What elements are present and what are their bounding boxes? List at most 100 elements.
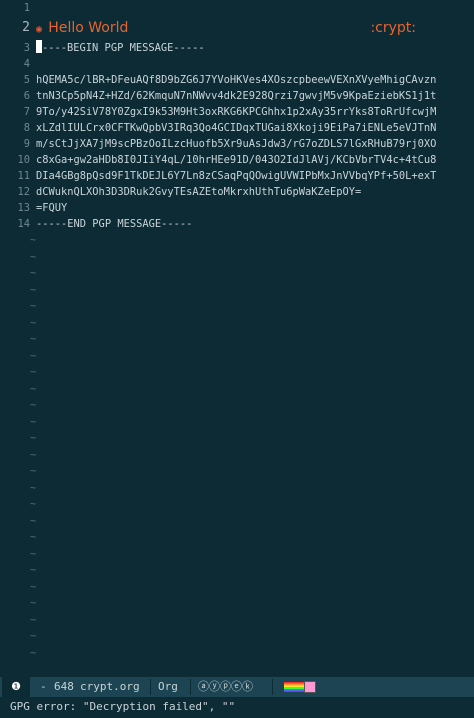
empty-line-marker: ~ <box>0 480 474 496</box>
line-text: ----BEGIN PGP MESSAGE----- <box>36 40 205 56</box>
editor-line[interactable]: 5 hQEMA5c/lBR+DFeuAQf8D9bZG6J7YVoHKVes4XO… <box>0 72 474 88</box>
line-number: 12 <box>17 186 30 198</box>
line-number: 6 <box>23 90 30 102</box>
modeline-separator <box>272 679 273 695</box>
line-text: -----END PGP MESSAGE----- <box>36 218 193 230</box>
empty-line-marker: ~ <box>0 447 474 463</box>
heading-tag[interactable]: :crypt: <box>370 16 416 40</box>
empty-line-marker: ~ <box>0 414 474 430</box>
empty-line-marker: ~ <box>0 562 474 578</box>
empty-line-marker: ~ <box>0 232 474 248</box>
empty-line-marker: ~ <box>0 628 474 644</box>
empty-line-marker: ~ <box>0 265 474 281</box>
editor-line[interactable]: 1 <box>0 0 474 16</box>
line-number: 5 <box>23 74 30 86</box>
tilde-marker: ~ <box>30 432 37 444</box>
empty-line-marker: ~ <box>0 612 474 628</box>
tilde-marker: ~ <box>30 646 37 659</box>
editor-line[interactable]: 8 xLZdlIULCrx0CFTKwQpbV3IRq3Qo4GCIDqxTUGa… <box>0 120 474 136</box>
tilde-marker: ~ <box>30 316 37 329</box>
tilde-marker: ~ <box>30 498 37 510</box>
line-text: 9To/y42SiV78Y0ZgxI9k53M9Ht3oxRKG6KPCGhhx… <box>36 106 437 118</box>
editor-line[interactable]: 13 =FQUY <box>0 200 474 216</box>
editor-line[interactable]: 10 c8xGa+gw2aHDb8I0JIiY4qL/10hrHEe91D/043… <box>0 152 474 168</box>
tilde-marker: ~ <box>30 267 37 279</box>
empty-line-marker: ~ <box>0 513 474 529</box>
editor-line[interactable]: 12 dCWuknQLXOh3D3DRuk2GvyTEsAZEtoMkrxhUth… <box>0 184 474 200</box>
tilde-marker: ~ <box>30 333 37 345</box>
empty-line-marker: ~ <box>0 579 474 595</box>
tilde-marker: ~ <box>30 283 37 296</box>
major-mode[interactable]: Org <box>158 677 178 697</box>
tilde-marker: ~ <box>30 580 37 593</box>
tilde-marker: ~ <box>30 250 37 263</box>
tilde-marker: ~ <box>30 234 37 246</box>
minor-modes[interactable]: ⓐⓨⓟⓔⓚ <box>198 677 253 697</box>
line-number: 9 <box>23 138 30 150</box>
nyan-cat-icon <box>304 681 316 693</box>
empty-line-marker: ~ <box>0 430 474 446</box>
empty-line-marker: ~ <box>0 496 474 512</box>
line-text: hQEMA5c/lBR+DFeuAQf8D9bZG6J7YVoHKVes4XOs… <box>36 74 437 86</box>
heading-title: Hello World <box>48 20 129 36</box>
buffer-name[interactable]: crypt.org <box>80 677 140 697</box>
tilde-marker: ~ <box>30 531 37 543</box>
tilde-marker: ~ <box>30 415 37 428</box>
empty-line-marker: ~ <box>0 463 474 479</box>
tilde-marker: ~ <box>30 514 37 527</box>
line-text: dCWuknQLXOh3D3DRuk2GvyTEsAZEtoMkrxhUthTu… <box>36 186 362 198</box>
editor-line[interactable]: 11 DIa4GBg8pQsd9F1TkDEJL6Y7Ln8zCSaqPqQOwi… <box>0 168 474 184</box>
editor-line[interactable]: 6 tnN3Cp5pN4Z+HZd/62KmquN7nNWvv4dk2E928Qr… <box>0 88 474 104</box>
editor-line[interactable]: 14 -----END PGP MESSAGE----- <box>0 216 474 232</box>
modeline-separator <box>150 679 151 695</box>
error-message: GPG error: "Decryption failed", "" <box>10 700 236 713</box>
line-text: =FQUY <box>36 202 68 214</box>
editor-line[interactable]: 7 9To/y42SiV78Y0ZgxI9k53M9Ht3oxRKG6KPCGhh… <box>0 104 474 120</box>
window-number-badge[interactable]: ❶ <box>2 677 30 697</box>
empty-line-marker: ~ <box>0 381 474 397</box>
tilde-marker: ~ <box>30 630 37 642</box>
line-number: 1 <box>23 2 30 14</box>
editor-line[interactable]: 2 ◉ Hello World :crypt: <box>0 16 474 40</box>
tilde-marker: ~ <box>30 382 37 395</box>
empty-line-marker: ~ <box>0 315 474 331</box>
empty-line-marker: ~ <box>0 546 474 562</box>
empty-line-marker: ~ <box>0 397 474 413</box>
editor-line[interactable]: 4 <box>0 56 474 72</box>
line-number: 7 <box>23 106 30 118</box>
line-text: tnN3Cp5pN4Z+HZd/62KmquN7nNWvv4dk2E928Qrz… <box>36 90 437 102</box>
empty-line-marker: ~ <box>0 249 474 265</box>
line-number: 4 <box>23 58 30 70</box>
empty-line-marker: ~ <box>0 645 474 661</box>
org-heading: ◉ Hello World <box>36 16 128 42</box>
empty-line-marker: ~ <box>0 331 474 347</box>
line-number: 14 <box>17 218 30 230</box>
tilde-marker: ~ <box>30 448 37 461</box>
echo-area: GPG error: "Decryption failed", "" <box>0 697 474 718</box>
pgp-begin-marker: ----BEGIN PGP MESSAGE----- <box>42 42 205 54</box>
editor-line[interactable]: 9 m/sCtJjXA7jM9scPBzOoILzcHuofb5Xr9uAsJdw… <box>0 136 474 152</box>
editor-buffer[interactable]: 1 2 ◉ Hello World:crypt: 3 ----BEGIN PGP MES… <box>0 0 474 674</box>
tilde-marker: ~ <box>30 547 37 560</box>
tilde-marker: ~ <box>30 465 37 477</box>
empty-line-marker: ~ <box>0 348 474 364</box>
tilde-marker: ~ <box>30 613 37 626</box>
line-number: 11 <box>17 170 30 182</box>
editor-line[interactable]: 3 ----BEGIN PGP MESSAGE----- <box>0 40 474 56</box>
line-number: 10 <box>17 154 30 166</box>
buffer-size: 648 <box>54 680 74 693</box>
line-text: DIa4GBg8pQsd9F1TkDEJL6Y7Ln8zCSaqPqQOwigU… <box>36 170 437 182</box>
tilde-marker: ~ <box>30 399 37 411</box>
tilde-marker: ~ <box>30 300 37 312</box>
line-number: 2 <box>22 20 30 35</box>
modeline-separator <box>190 679 191 695</box>
line-number: 3 <box>23 42 30 54</box>
tilde-marker: ~ <box>30 564 37 576</box>
tilde-marker: ~ <box>30 597 37 609</box>
empty-line-marker: ~ <box>0 529 474 545</box>
empty-line-marker: ~ <box>0 282 474 298</box>
empty-line-marker: ~ <box>0 298 474 314</box>
tilde-marker: ~ <box>30 481 37 494</box>
line-text: xLZdlIULCrx0CFTKwQpbV3IRq3Qo4GCIDqxTUGai… <box>36 122 437 134</box>
line-text: m/sCtJjXA7jM9scPBzOoILzcHuofb5Xr9uAsJdw3… <box>36 138 437 150</box>
